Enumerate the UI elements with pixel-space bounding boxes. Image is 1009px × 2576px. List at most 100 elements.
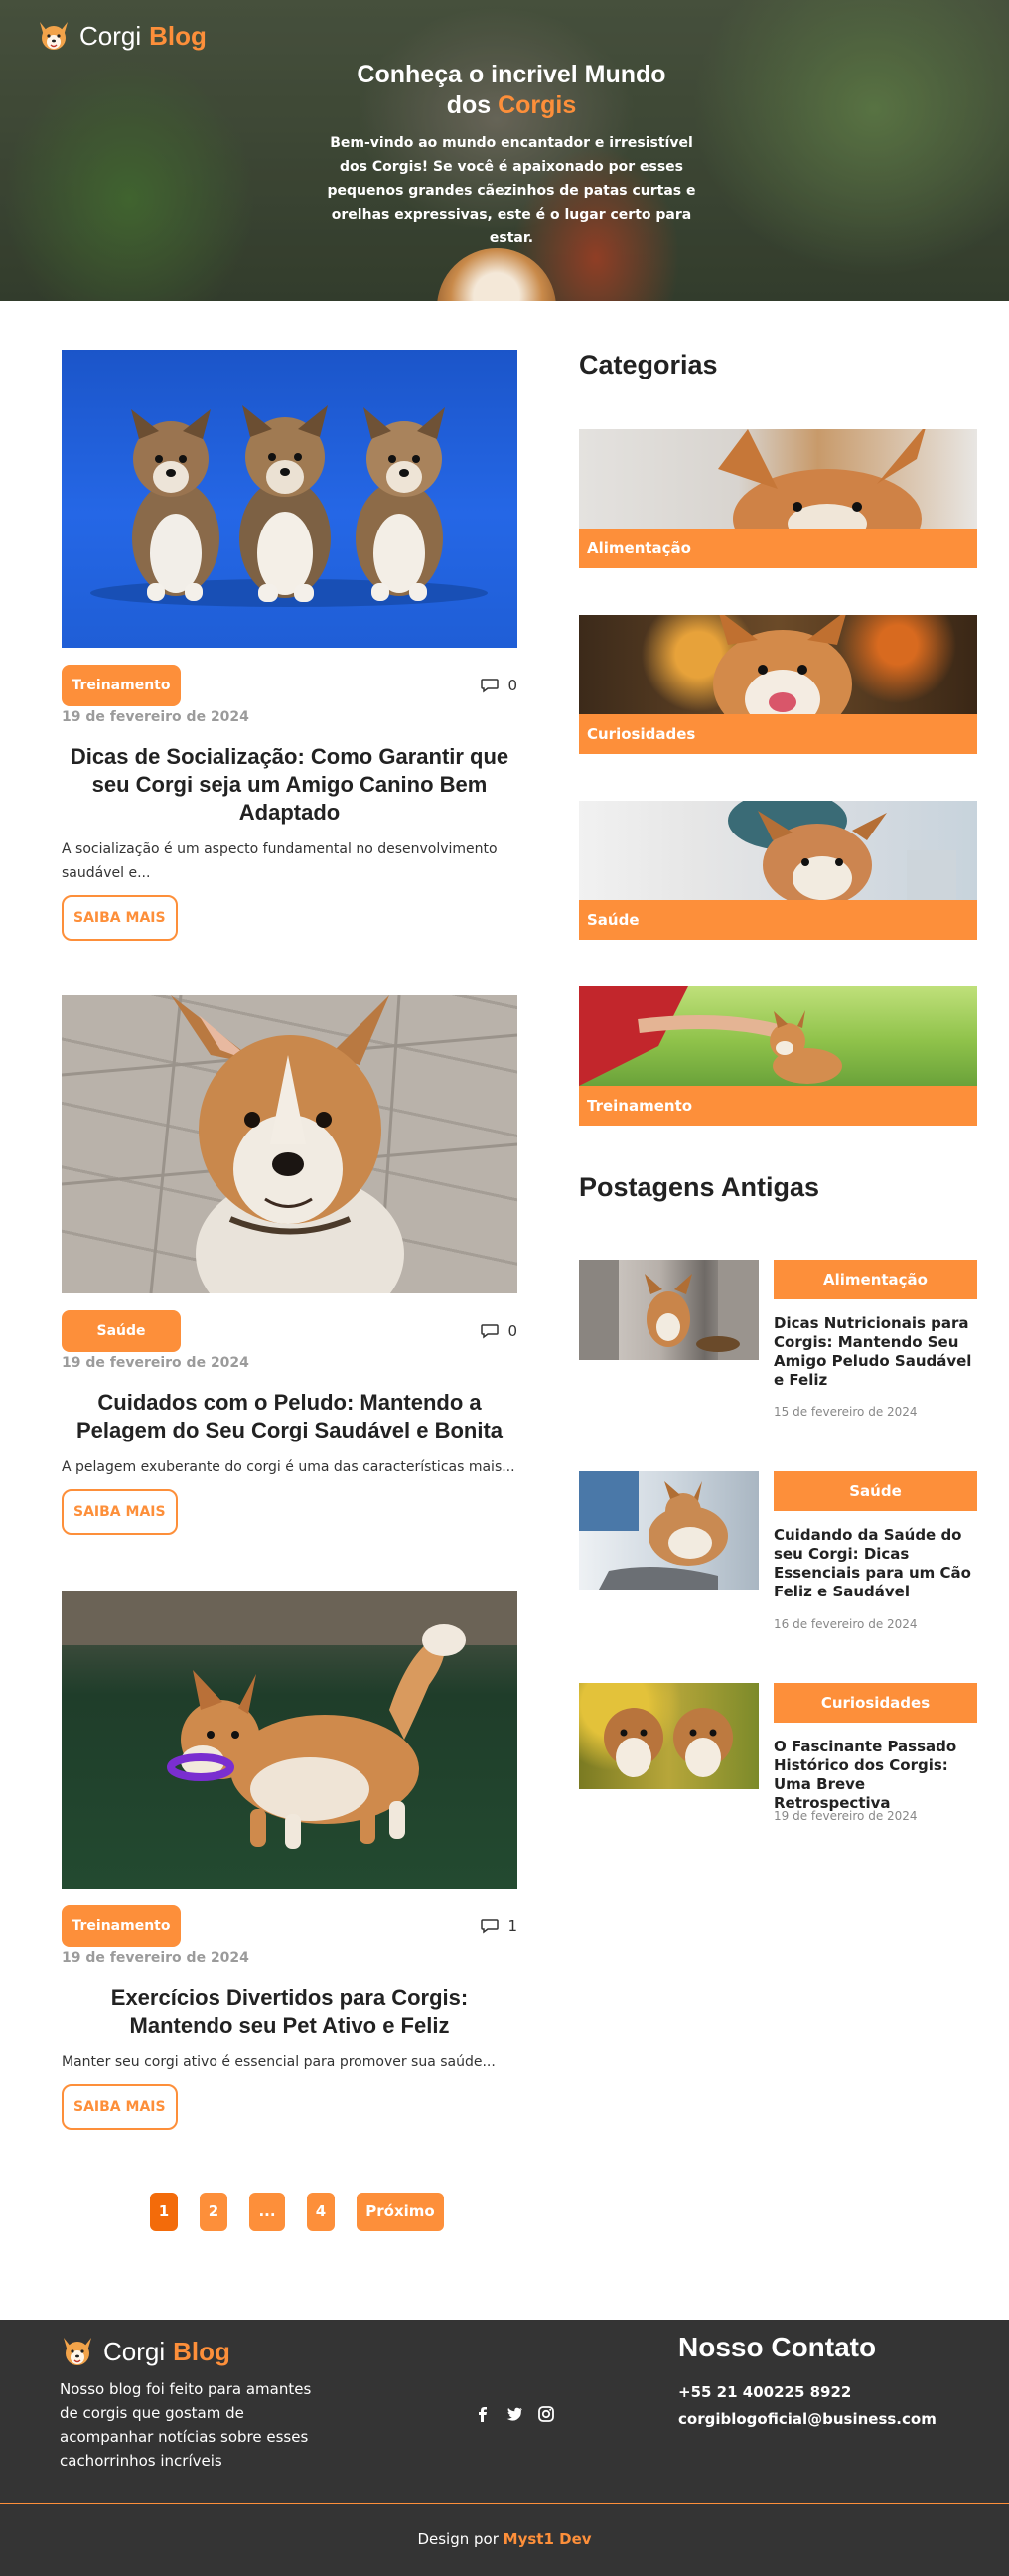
comment-icon [481, 1919, 500, 1934]
post-card: Saúde 0 19 de fevereiro de 2024 Cuidados… [62, 995, 517, 1535]
next-page-button[interactable]: Próximo [357, 2193, 444, 2231]
post-card: Treinamento 1 19 de fevereiro de 2024 Ex… [62, 1591, 517, 2130]
contact-heading: Nosso Contato [678, 2332, 877, 2362]
old-post-image [579, 1683, 759, 1789]
categories-heading: Categorias [579, 350, 718, 379]
corgi-closeup-image [62, 995, 517, 1293]
post-image[interactable] [62, 1591, 517, 1889]
pagination: 1 2 ... 4 Próximo [150, 2193, 444, 2231]
post-excerpt: A socialização é um aspecto fundamental … [62, 841, 498, 881]
post-meta: Treinamento 1 [62, 1905, 517, 1947]
comment-count-value: 1 [507, 1917, 517, 1935]
page-2-button[interactable]: 2 [200, 2193, 227, 2231]
post-date: 19 de fevereiro de 2024 [62, 1355, 249, 1371]
hero-title: Conheça o incrivel Mundo dos Corgis [318, 60, 705, 121]
site-footer: Corgi Blog Nosso blog foi feito para ama… [0, 2320, 1009, 2576]
logo-text-corgi: Corgi [79, 20, 142, 51]
footer-logo[interactable]: Corgi Blog [60, 2336, 230, 2367]
post-meta: Treinamento 0 [62, 665, 517, 706]
old-post-category[interactable]: Alimentação [774, 1260, 977, 1299]
comment-count: 0 [480, 1322, 517, 1340]
corgi-training-image [579, 986, 842, 1086]
category-card-curiosidades[interactable]: Curiosidades [579, 615, 977, 754]
twitter-icon[interactable] [505, 2405, 523, 2423]
post-category-badge[interactable]: Saúde [62, 1310, 181, 1352]
corgi-vet-image [728, 801, 956, 907]
read-more-button[interactable]: SAIBA MAIS [62, 2084, 178, 2130]
old-posts-heading: Postagens Antigas [579, 1172, 820, 1202]
site-logo[interactable]: Corgi Blog [36, 20, 207, 52]
hero-banner: Corgi Blog Conheça o incrivel Mundo dos … [0, 0, 1009, 301]
puppies-image [90, 405, 488, 607]
post-category-badge[interactable]: Treinamento [62, 1905, 181, 1947]
old-post-image [579, 1260, 759, 1360]
contact-phone[interactable]: +55 21 400225 8922 [678, 2383, 851, 2401]
comment-count: 1 [480, 1917, 517, 1935]
post-image[interactable] [62, 350, 517, 648]
category-image [579, 429, 977, 568]
logo-text-corgi: Corgi [103, 2336, 166, 2366]
hero-title-prefix: dos [446, 91, 492, 119]
corgi-bowl-image [579, 1260, 759, 1360]
comment-count: 0 [480, 677, 517, 694]
social-links [474, 2405, 555, 2423]
old-post-date: 16 de fevereiro de 2024 [774, 1617, 918, 1631]
old-post-title[interactable]: O Fascinante Passado Histórico dos Corgi… [774, 1738, 977, 1813]
old-post-item[interactable]: Curiosidades O Fascinante Passado Histór… [579, 1683, 977, 1827]
hero-dog-image [437, 248, 556, 301]
corgi-playing-image [62, 1591, 517, 1849]
post-title[interactable]: Exercícios Divertidos para Corgis: Mante… [62, 1984, 517, 2040]
post-card: Treinamento 0 19 de fevereiro de 2024 Di… [62, 350, 517, 941]
post-image[interactable] [62, 995, 517, 1293]
comment-icon [481, 679, 500, 693]
corgi-smiling-image [713, 615, 852, 739]
hero-text: Conheça o incrivel Mundo dos Corgis Bem-… [318, 60, 705, 250]
post-title[interactable]: Cuidados com o Peludo: Mantendo a Pelage… [62, 1389, 517, 1444]
corgi-logo-icon [40, 22, 68, 50]
old-post-date: 15 de fevereiro de 2024 [774, 1405, 918, 1419]
corgi-food-image [718, 429, 926, 568]
post-excerpt: A pelagem exuberante do corgi é uma das … [62, 1459, 515, 1475]
old-post-date: 19 de fevereiro de 2024 [774, 1809, 918, 1823]
category-card-treinamento[interactable]: Treinamento [579, 986, 977, 1126]
comment-count-value: 0 [507, 677, 517, 694]
footer-divider [0, 2503, 1009, 2504]
category-image [579, 615, 977, 739]
page-ellipsis-button[interactable]: ... [249, 2193, 285, 2231]
post-title[interactable]: Dicas de Socialização: Como Garantir que… [62, 743, 517, 827]
credit-author-link[interactable]: Myst1 Dev [504, 2530, 592, 2548]
hero-description: Bem-vindo ao mundo encantador e irresist… [327, 135, 696, 246]
old-post-category[interactable]: Saúde [774, 1471, 977, 1511]
category-card-alimentacao[interactable]: Alimentação [579, 429, 977, 568]
category-label: Saúde [579, 900, 977, 940]
post-excerpt: Manter seu corgi ativo é essencial para … [62, 2054, 496, 2070]
corgi-puppies-image [604, 1708, 733, 1777]
category-card-saude[interactable]: Saúde [579, 801, 977, 940]
category-image [579, 801, 977, 907]
hero-title-accent: Corgis [498, 91, 577, 119]
old-post-title[interactable]: Cuidando da Saúde do seu Corgi: Dicas Es… [774, 1526, 977, 1601]
corgi-logo-icon [64, 2338, 91, 2365]
hero-title-line1: Conheça o incrivel Mundo [357, 61, 666, 88]
contact-email[interactable]: corgiblogoficial@business.com [678, 2410, 937, 2428]
read-more-button[interactable]: SAIBA MAIS [62, 1489, 178, 1535]
comment-count-value: 0 [507, 1322, 517, 1340]
corgi-vet-check-image [579, 1471, 728, 1590]
post-category-badge[interactable]: Treinamento [62, 665, 181, 706]
instagram-icon[interactable] [537, 2405, 555, 2423]
old-post-category[interactable]: Curiosidades [774, 1683, 977, 1723]
post-date: 19 de fevereiro de 2024 [62, 709, 249, 725]
old-post-title[interactable]: Dicas Nutricionais para Corgis: Mantendo… [774, 1314, 977, 1390]
page-1-button[interactable]: 1 [150, 2193, 178, 2231]
credit-prefix: Design por [417, 2530, 499, 2548]
post-meta: Saúde 0 [62, 1310, 517, 1352]
footer-description: Nosso blog foi feito para amantes de cor… [60, 2380, 312, 2470]
post-date: 19 de fevereiro de 2024 [62, 1950, 249, 1966]
logo-text-blog: Blog [149, 20, 207, 51]
facebook-icon[interactable] [474, 2405, 492, 2423]
old-post-item[interactable]: Alimentação Dicas Nutricionais para Corg… [579, 1260, 977, 1419]
page-4-button[interactable]: 4 [307, 2193, 335, 2231]
category-label: Treinamento [579, 1086, 977, 1126]
read-more-button[interactable]: SAIBA MAIS [62, 895, 178, 941]
old-post-item[interactable]: Saúde Cuidando da Saúde do seu Corgi: Di… [579, 1471, 977, 1640]
